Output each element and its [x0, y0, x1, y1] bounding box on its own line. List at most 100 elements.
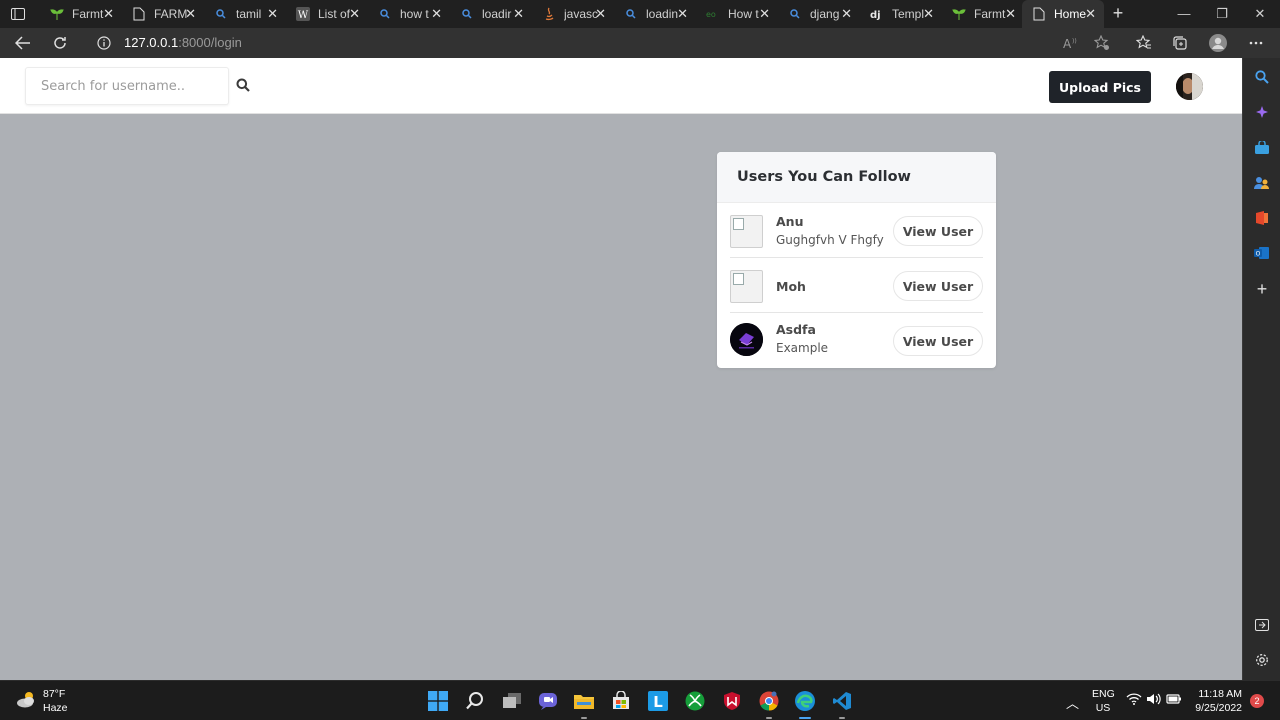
close-icon[interactable]: ✕	[1085, 6, 1096, 22]
tab-how-t-2[interactable]: eo How t ✕	[696, 0, 778, 28]
profile-icon[interactable]	[1208, 33, 1228, 53]
restore-icon[interactable]: ❐	[1212, 4, 1232, 24]
search-icon	[460, 7, 474, 21]
close-icon[interactable]: ✕	[923, 6, 934, 22]
teams-chat-icon[interactable]	[536, 689, 560, 713]
new-tab-icon[interactable]: +	[1108, 4, 1128, 24]
close-icon[interactable]: ✕	[677, 6, 688, 22]
avatar	[730, 323, 763, 356]
sparkle-icon[interactable]	[1253, 104, 1271, 122]
search-icon[interactable]	[1253, 68, 1271, 86]
card-header: Users You Can Follow	[717, 152, 996, 203]
tab-farm[interactable]: FARM ✕	[122, 0, 204, 28]
address-bar-url[interactable]: 127.0.0.1:8000/login	[124, 35, 242, 50]
lens-app-icon[interactable]: L	[646, 689, 670, 713]
show-hidden-icons-icon[interactable]: ︿	[1066, 693, 1079, 712]
users-to-follow-card: Users You Can Follow Anu Gughgfvh V Fhgf…	[717, 152, 996, 368]
close-icon[interactable]: ✕	[513, 6, 524, 22]
svg-text:L: L	[653, 693, 663, 711]
tab-title: tamil	[236, 7, 262, 21]
office-icon[interactable]	[1253, 209, 1271, 227]
tab-farmt-1[interactable]: Farmt ✕	[40, 0, 122, 28]
django-icon: dj	[870, 7, 884, 21]
tab-how-t[interactable]: how t ✕	[368, 0, 450, 28]
shopping-bag-icon[interactable]	[1253, 139, 1271, 157]
search-icon	[214, 7, 228, 21]
region-indicator[interactable]: US	[1092, 702, 1114, 714]
chrome-icon[interactable]	[757, 689, 781, 719]
avatar[interactable]	[1176, 73, 1203, 100]
close-icon[interactable]: ✕	[185, 6, 196, 22]
upload-pics-button[interactable]: Upload Pics	[1049, 71, 1151, 103]
read-aloud-icon[interactable]: A))	[1061, 33, 1081, 53]
view-user-button[interactable]: View User	[893, 216, 983, 246]
tab-loadir[interactable]: loadir ✕	[450, 0, 532, 28]
view-user-button[interactable]: View User	[893, 326, 983, 356]
vscode-icon[interactable]	[830, 689, 854, 719]
site-info-icon[interactable]	[94, 33, 114, 53]
add-favorite-icon[interactable]	[1092, 33, 1112, 53]
close-icon[interactable]: ✕	[759, 6, 770, 22]
add-icon[interactable]: +	[1253, 279, 1271, 299]
tab-javasc[interactable]: javasc ✕	[532, 0, 614, 28]
settings-icon[interactable]	[1253, 651, 1271, 669]
tab-home[interactable]: Home ✕	[1022, 0, 1104, 28]
more-options-icon[interactable]	[1246, 33, 1266, 53]
weather-haze-icon[interactable]	[16, 689, 38, 711]
clock-date[interactable]: 9/25/2022	[1188, 702, 1242, 714]
tab-list-of[interactable]: W List of ✕	[286, 0, 368, 28]
windows-start-icon[interactable]	[426, 689, 450, 713]
weather-description: Haze	[43, 702, 68, 714]
close-icon[interactable]: ✕	[841, 6, 852, 22]
site-icon: eo	[706, 7, 720, 21]
tab-loadin[interactable]: loadin ✕	[614, 0, 696, 28]
collections-icon[interactable]	[1170, 33, 1190, 53]
tab-title: FARM	[154, 7, 188, 21]
tab-djang[interactable]: djang ✕	[778, 0, 860, 28]
clock-time[interactable]: 11:18 AM	[1192, 688, 1242, 700]
people-icon[interactable]	[1253, 174, 1271, 192]
search-icon[interactable]	[236, 78, 252, 94]
close-icon[interactable]: ✕	[1005, 6, 1016, 22]
favorites-icon[interactable]	[1134, 33, 1154, 53]
user-name: Anu	[776, 214, 804, 229]
close-icon[interactable]: ✕	[349, 6, 360, 22]
close-icon[interactable]: ✕	[103, 6, 114, 22]
task-view-icon[interactable]	[500, 689, 524, 713]
tab-tamil[interactable]: tamil ✕	[204, 0, 286, 28]
volume-icon[interactable]	[1146, 692, 1162, 709]
view-user-button[interactable]: View User	[893, 271, 983, 301]
battery-icon[interactable]	[1166, 692, 1182, 709]
taskbar-search-icon[interactable]	[463, 689, 487, 713]
tab-title: How t	[728, 7, 759, 21]
close-icon[interactable]: ✕	[431, 6, 442, 22]
edge-icon[interactable]	[793, 689, 817, 719]
search-icon	[378, 7, 392, 21]
tab-farmt-2[interactable]: Farmt ✕	[942, 0, 1024, 28]
minimize-icon[interactable]: —	[1174, 4, 1194, 24]
search-icon	[788, 7, 802, 21]
language-indicator[interactable]: ENG	[1092, 688, 1115, 700]
back-icon[interactable]	[13, 33, 33, 53]
tab-actions-icon[interactable]	[8, 5, 28, 23]
hide-sidebar-icon[interactable]	[1253, 616, 1271, 634]
wifi-icon[interactable]	[1126, 692, 1142, 709]
username-search-input[interactable]	[25, 67, 229, 105]
file-explorer-icon[interactable]	[572, 689, 596, 719]
close-window-icon[interactable]: ✕	[1250, 4, 1270, 24]
notification-badge[interactable]: 2	[1250, 694, 1264, 708]
tab-title: Farmt	[974, 7, 1006, 21]
xbox-icon[interactable]	[683, 689, 707, 713]
close-icon[interactable]: ✕	[267, 6, 278, 22]
refresh-icon[interactable]	[50, 33, 70, 53]
tab-templ[interactable]: dj Templ ✕	[860, 0, 942, 28]
page-viewport: Upload Pics Users You Can Follow Anu Gug…	[0, 58, 1242, 680]
page-icon	[1032, 7, 1046, 21]
page-icon	[132, 7, 146, 21]
svg-text:W: W	[298, 10, 309, 21]
close-icon[interactable]: ✕	[595, 6, 606, 22]
outlook-icon[interactable]: O	[1253, 244, 1271, 262]
microsoft-store-icon[interactable]	[609, 689, 633, 713]
tab-title: javasc	[564, 7, 598, 21]
mcafee-icon[interactable]	[720, 689, 744, 713]
